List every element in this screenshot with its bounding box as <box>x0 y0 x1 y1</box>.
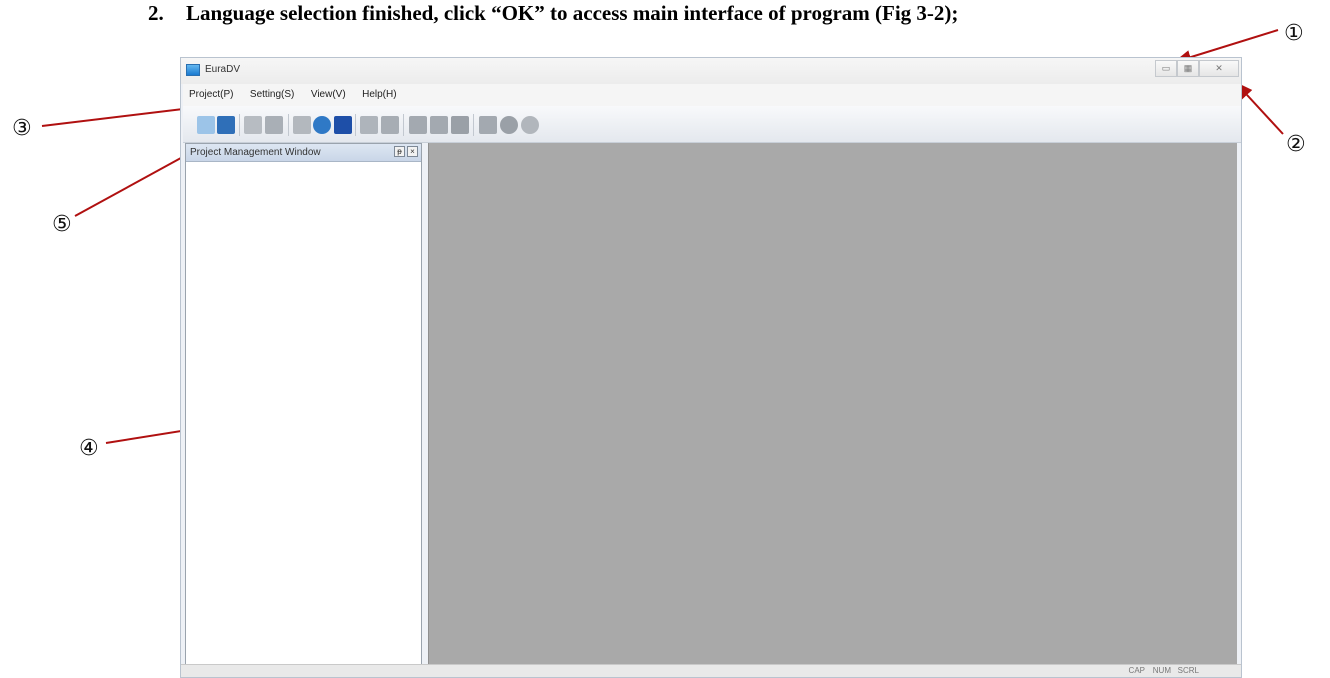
save-all-icon[interactable] <box>265 116 283 134</box>
arrow-2 <box>1234 81 1284 135</box>
list-icon[interactable] <box>430 116 448 134</box>
step-number: 2. <box>148 1 164 25</box>
euradv-window: EuraDV ▭ ▦ ✕ Project(P) Setting(S) View(… <box>180 57 1242 678</box>
window-icon[interactable] <box>360 116 378 134</box>
callout-4: ④ <box>79 436 99 461</box>
title-bar: EuraDV ▭ ▦ ✕ <box>181 58 1241 84</box>
menu-project[interactable]: Project(P) <box>183 84 239 105</box>
toolbar-separator <box>239 114 240 136</box>
grid-icon[interactable] <box>381 116 399 134</box>
project-panel-header: Project Management Window ᵽ × <box>186 144 421 162</box>
stop-icon[interactable] <box>500 116 518 134</box>
toolbar-separator <box>473 114 474 136</box>
toolbar-separator <box>403 114 404 136</box>
instruction-heading: 2. Language selection finished, click “OK… <box>148 1 958 26</box>
callout-5: ⑤ <box>52 212 72 237</box>
panel-close-icon[interactable]: × <box>407 146 418 157</box>
menu-bar: Project(P) Setting(S) View(V) Help(H) <box>183 84 1241 106</box>
menu-view[interactable]: View(V) <box>305 84 352 105</box>
app-title: EuraDV <box>205 64 241 75</box>
save-icon[interactable] <box>244 116 262 134</box>
status-cap: CAP <box>1128 666 1145 675</box>
tree-icon[interactable] <box>479 116 497 134</box>
chart-icon[interactable] <box>409 116 427 134</box>
step-text: Language selection finished, click “OK” … <box>186 1 959 25</box>
toolbar-separator <box>288 114 289 136</box>
project-management-window: Project Management Window ᵽ × <box>185 143 422 666</box>
lock-icon[interactable] <box>334 116 352 134</box>
device-icon[interactable] <box>293 116 311 134</box>
callout-2: ② <box>1286 132 1306 157</box>
toolbar-separator <box>355 114 356 136</box>
project-panel-title: Project Management Window <box>190 147 321 158</box>
status-num: NUM <box>1152 666 1171 675</box>
app-icon <box>186 64 200 76</box>
close-button[interactable]: ✕ <box>1199 60 1239 77</box>
history-icon[interactable] <box>521 116 539 134</box>
main-workspace[interactable] <box>428 143 1237 666</box>
connect-icon[interactable] <box>313 116 331 134</box>
pin-icon[interactable]: ᵽ <box>394 146 405 157</box>
maximize-button[interactable]: ▦ <box>1177 60 1199 77</box>
toolbar <box>183 106 1241 143</box>
minimize-button[interactable]: ▭ <box>1155 60 1177 77</box>
open-project-icon[interactable] <box>217 116 235 134</box>
status-bar: CAP NUM SCRL <box>181 664 1241 677</box>
new-project-icon[interactable] <box>197 116 215 134</box>
status-scrl: SCRL <box>1177 666 1199 675</box>
menu-setting[interactable]: Setting(S) <box>244 84 300 105</box>
edit-icon[interactable] <box>451 116 469 134</box>
callout-1: ① <box>1284 21 1304 46</box>
callout-3: ③ <box>12 116 32 141</box>
menu-help[interactable]: Help(H) <box>356 84 402 105</box>
